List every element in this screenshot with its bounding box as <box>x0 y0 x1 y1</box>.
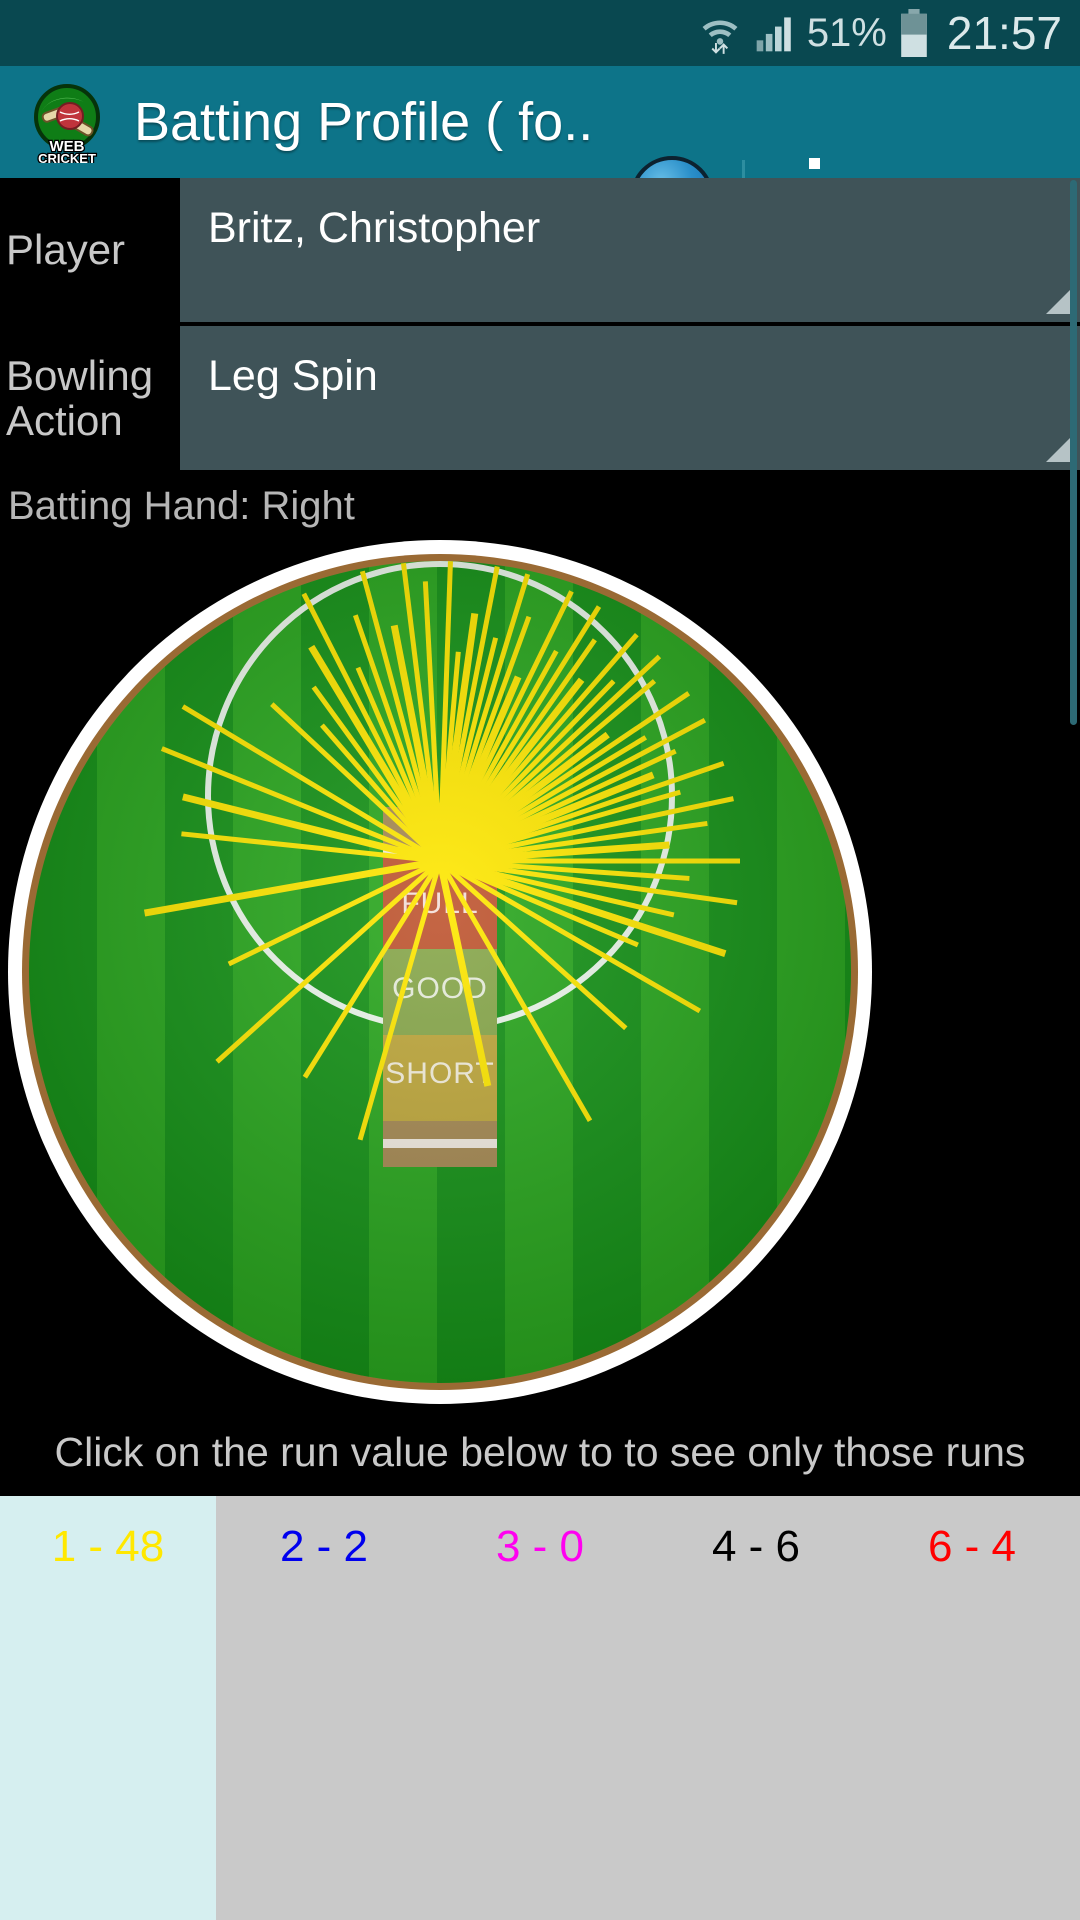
player-label: Player <box>6 226 126 274</box>
run-filter-bar: 1 - 48 2 - 23 - 04 - 66 - 4 <box>0 1496 1080 1920</box>
run-filter-1[interactable]: 1 - 48 <box>0 1496 216 1920</box>
field-grass: FULL GOOD SHORT <box>29 561 851 1383</box>
player-value: Britz, Christopher <box>208 204 541 252</box>
bowling-action-value: Leg Spin <box>208 352 378 400</box>
player-spinner[interactable]: Britz, Christopher <box>180 178 1080 322</box>
hint-bar: Click on the run value below to to see o… <box>0 1408 1080 1496</box>
bowling-action-label-line2: Action <box>6 397 123 444</box>
signal-bars-icon <box>753 11 797 55</box>
battery-percent-label: 51% <box>806 10 887 55</box>
shot-line <box>143 857 441 917</box>
action-bar: WEB CRICKET Batting Profile ( fo.. ? <box>0 66 1080 240</box>
run-filter-4[interactable]: 4 - 6 <box>648 1496 864 1920</box>
wifi-icon <box>697 10 743 56</box>
cricket-field: FULL GOOD SHORT <box>8 540 872 1404</box>
run-filter-2[interactable]: 2 - 2 <box>216 1496 432 1920</box>
dropdown-triangle-icon <box>1046 288 1072 314</box>
shot-lines <box>143 561 740 1141</box>
batting-hand-label: Batting Hand: Right <box>8 484 355 528</box>
hint-text: Click on the run value below to to see o… <box>54 1428 1026 1475</box>
bowling-action-row: Bowling Action Leg Spin <box>0 326 1080 470</box>
player-row: Player Britz, Christopher <box>0 178 1080 322</box>
web-cricket-logo: WEB CRICKET <box>26 81 108 167</box>
run-filter-6[interactable]: 6 - 4 <box>864 1496 1080 1920</box>
filters-panel: Player Britz, Christopher Bowling Action… <box>0 178 1080 536</box>
bowling-action-spinner[interactable]: Leg Spin <box>180 326 1080 470</box>
status-bar: 51% 21:57 <box>0 0 1080 66</box>
wagon-wheel-chart[interactable]: FULL GOOD SHORT <box>0 538 1080 1408</box>
page-title: Batting Profile ( fo.. <box>134 92 594 152</box>
bowling-action-label: Bowling Action <box>0 326 180 470</box>
bowling-action-label-line1: Bowling <box>6 351 154 399</box>
svg-text:CRICKET: CRICKET <box>38 151 96 163</box>
status-clock: 21:57 <box>946 7 1062 59</box>
dropdown-triangle-icon <box>1046 436 1072 462</box>
run-filter-3[interactable]: 3 - 0 <box>432 1496 648 1920</box>
battery-icon <box>897 9 931 57</box>
shot-line <box>357 860 443 1141</box>
boundary-rope: FULL GOOD SHORT <box>22 554 858 1390</box>
